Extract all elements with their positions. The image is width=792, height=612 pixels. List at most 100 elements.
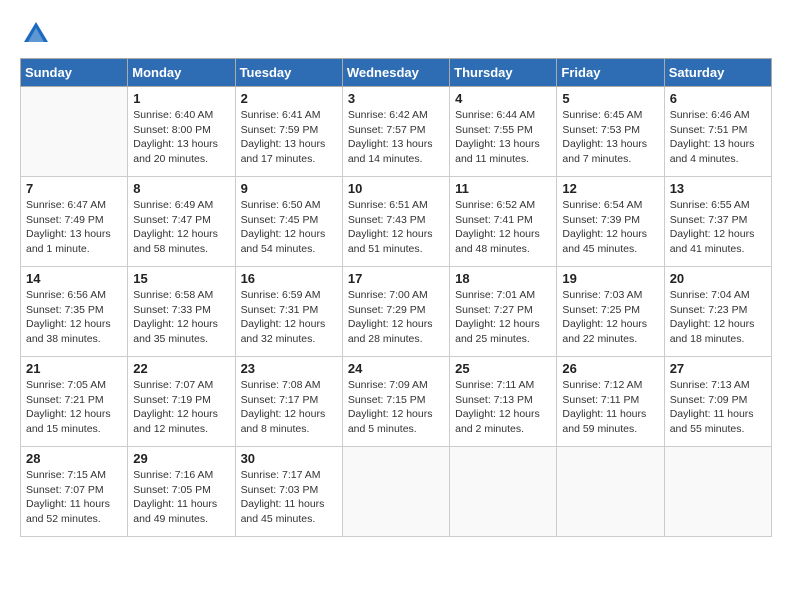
day-number: 9 bbox=[241, 181, 337, 196]
week-row-3: 14 Sunrise: 6:56 AMSunset: 7:35 PMDayligh… bbox=[21, 267, 772, 357]
calendar-cell bbox=[21, 87, 128, 177]
logo-icon bbox=[22, 20, 50, 48]
calendar-cell: 2 Sunrise: 6:41 AMSunset: 7:59 PMDaylight… bbox=[235, 87, 342, 177]
page-header bbox=[20, 20, 772, 48]
day-info: Sunrise: 7:05 AMSunset: 7:21 PMDaylight:… bbox=[26, 378, 122, 437]
calendar-cell: 20Sunrise: 7:04 AMSunset: 7:23 PMDayligh… bbox=[664, 267, 771, 357]
day-info: Sunrise: 6:41 AMSunset: 7:59 PMDaylight:… bbox=[241, 108, 337, 167]
day-number: 18 bbox=[455, 271, 551, 286]
day-number: 27 bbox=[670, 361, 766, 376]
day-info: Sunrise: 7:16 AMSunset: 7:05 PMDaylight:… bbox=[133, 468, 229, 527]
day-number: 10 bbox=[348, 181, 444, 196]
day-info: Sunrise: 7:11 AMSunset: 7:13 PMDaylight:… bbox=[455, 378, 551, 437]
calendar-table: SundayMondayTuesdayWednesdayThursdayFrid… bbox=[20, 58, 772, 537]
day-info: Sunrise: 6:51 AMSunset: 7:43 PMDaylight:… bbox=[348, 198, 444, 257]
day-info: Sunrise: 7:07 AMSunset: 7:19 PMDaylight:… bbox=[133, 378, 229, 437]
calendar-header-saturday: Saturday bbox=[664, 59, 771, 87]
day-number: 22 bbox=[133, 361, 229, 376]
day-info: Sunrise: 7:03 AMSunset: 7:25 PMDaylight:… bbox=[562, 288, 658, 347]
calendar-cell: 30 Sunrise: 7:17 AMSunset: 7:03 PMDayligh… bbox=[235, 447, 342, 537]
calendar-cell: 4 Sunrise: 6:44 AMSunset: 7:55 PMDaylight… bbox=[450, 87, 557, 177]
day-number: 30 bbox=[241, 451, 337, 466]
calendar-cell: 25 Sunrise: 7:11 AMSunset: 7:13 PMDayligh… bbox=[450, 357, 557, 447]
week-row-5: 28 Sunrise: 7:15 AMSunset: 7:07 PMDayligh… bbox=[21, 447, 772, 537]
day-number: 12 bbox=[562, 181, 658, 196]
day-info: Sunrise: 7:12 AMSunset: 7:11 PMDaylight:… bbox=[562, 378, 658, 437]
day-number: 15 bbox=[133, 271, 229, 286]
day-number: 29 bbox=[133, 451, 229, 466]
day-info: Sunrise: 7:15 AMSunset: 7:07 PMDaylight:… bbox=[26, 468, 122, 527]
day-info: Sunrise: 7:13 AMSunset: 7:09 PMDaylight:… bbox=[670, 378, 766, 437]
calendar-header-monday: Monday bbox=[128, 59, 235, 87]
logo bbox=[20, 20, 50, 48]
calendar-cell: 19 Sunrise: 7:03 AMSunset: 7:25 PMDayligh… bbox=[557, 267, 664, 357]
calendar-cell: 13 Sunrise: 6:55 AMSunset: 7:37 PMDayligh… bbox=[664, 177, 771, 267]
day-number: 1 bbox=[133, 91, 229, 106]
day-info: Sunrise: 6:52 AMSunset: 7:41 PMDaylight:… bbox=[455, 198, 551, 257]
day-number: 25 bbox=[455, 361, 551, 376]
calendar-header-row: SundayMondayTuesdayWednesdayThursdayFrid… bbox=[21, 59, 772, 87]
calendar-cell: 16 Sunrise: 6:59 AMSunset: 7:31 PMDayligh… bbox=[235, 267, 342, 357]
day-info: Sunrise: 6:40 AMSunset: 8:00 PMDaylight:… bbox=[133, 108, 229, 167]
day-info: Sunrise: 6:54 AMSunset: 7:39 PMDaylight:… bbox=[562, 198, 658, 257]
calendar-header-friday: Friday bbox=[557, 59, 664, 87]
calendar-header-wednesday: Wednesday bbox=[342, 59, 449, 87]
calendar-cell: 28 Sunrise: 7:15 AMSunset: 7:07 PMDayligh… bbox=[21, 447, 128, 537]
calendar-header-tuesday: Tuesday bbox=[235, 59, 342, 87]
calendar-cell: 10 Sunrise: 6:51 AMSunset: 7:43 PMDayligh… bbox=[342, 177, 449, 267]
day-number: 14 bbox=[26, 271, 122, 286]
day-number: 26 bbox=[562, 361, 658, 376]
day-info: Sunrise: 6:42 AMSunset: 7:57 PMDaylight:… bbox=[348, 108, 444, 167]
day-info: Sunrise: 7:08 AMSunset: 7:17 PMDaylight:… bbox=[241, 378, 337, 437]
day-number: 28 bbox=[26, 451, 122, 466]
week-row-1: 1 Sunrise: 6:40 AMSunset: 8:00 PMDaylight… bbox=[21, 87, 772, 177]
calendar-cell: 12 Sunrise: 6:54 AMSunset: 7:39 PMDayligh… bbox=[557, 177, 664, 267]
calendar-cell: 11Sunrise: 6:52 AMSunset: 7:41 PMDayligh… bbox=[450, 177, 557, 267]
calendar-cell: 17Sunrise: 7:00 AMSunset: 7:29 PMDayligh… bbox=[342, 267, 449, 357]
day-info: Sunrise: 7:09 AMSunset: 7:15 PMDaylight:… bbox=[348, 378, 444, 437]
calendar-cell: 29 Sunrise: 7:16 AMSunset: 7:05 PMDayligh… bbox=[128, 447, 235, 537]
day-info: Sunrise: 6:55 AMSunset: 7:37 PMDaylight:… bbox=[670, 198, 766, 257]
calendar-cell: 18 Sunrise: 7:01 AMSunset: 7:27 PMDayligh… bbox=[450, 267, 557, 357]
day-number: 7 bbox=[26, 181, 122, 196]
day-info: Sunrise: 6:44 AMSunset: 7:55 PMDaylight:… bbox=[455, 108, 551, 167]
calendar-cell: 9Sunrise: 6:50 AMSunset: 7:45 PMDaylight… bbox=[235, 177, 342, 267]
day-number: 8 bbox=[133, 181, 229, 196]
calendar-cell bbox=[557, 447, 664, 537]
calendar-cell: 3 Sunrise: 6:42 AMSunset: 7:57 PMDaylight… bbox=[342, 87, 449, 177]
day-info: Sunrise: 6:59 AMSunset: 7:31 PMDaylight:… bbox=[241, 288, 337, 347]
day-number: 4 bbox=[455, 91, 551, 106]
day-number: 3 bbox=[348, 91, 444, 106]
day-info: Sunrise: 7:01 AMSunset: 7:27 PMDaylight:… bbox=[455, 288, 551, 347]
day-info: Sunrise: 6:56 AMSunset: 7:35 PMDaylight:… bbox=[26, 288, 122, 347]
week-row-2: 7Sunrise: 6:47 AMSunset: 7:49 PMDaylight… bbox=[21, 177, 772, 267]
calendar-cell: 5 Sunrise: 6:45 AMSunset: 7:53 PMDaylight… bbox=[557, 87, 664, 177]
day-info: Sunrise: 7:17 AMSunset: 7:03 PMDaylight:… bbox=[241, 468, 337, 527]
day-number: 23 bbox=[241, 361, 337, 376]
calendar-cell: 6 Sunrise: 6:46 AMSunset: 7:51 PMDaylight… bbox=[664, 87, 771, 177]
day-number: 19 bbox=[562, 271, 658, 286]
day-number: 13 bbox=[670, 181, 766, 196]
calendar-cell: 15 Sunrise: 6:58 AMSunset: 7:33 PMDayligh… bbox=[128, 267, 235, 357]
week-row-4: 21 Sunrise: 7:05 AMSunset: 7:21 PMDayligh… bbox=[21, 357, 772, 447]
calendar-cell: 21 Sunrise: 7:05 AMSunset: 7:21 PMDayligh… bbox=[21, 357, 128, 447]
day-number: 16 bbox=[241, 271, 337, 286]
calendar-cell: 26 Sunrise: 7:12 AMSunset: 7:11 PMDayligh… bbox=[557, 357, 664, 447]
calendar-cell: 1 Sunrise: 6:40 AMSunset: 8:00 PMDaylight… bbox=[128, 87, 235, 177]
day-info: Sunrise: 6:46 AMSunset: 7:51 PMDaylight:… bbox=[670, 108, 766, 167]
calendar-cell: 22 Sunrise: 7:07 AMSunset: 7:19 PMDayligh… bbox=[128, 357, 235, 447]
calendar-cell: 14 Sunrise: 6:56 AMSunset: 7:35 PMDayligh… bbox=[21, 267, 128, 357]
calendar-header-sunday: Sunday bbox=[21, 59, 128, 87]
day-info: Sunrise: 7:00 AMSunset: 7:29 PMDaylight:… bbox=[348, 288, 444, 347]
day-number: 20 bbox=[670, 271, 766, 286]
day-info: Sunrise: 6:58 AMSunset: 7:33 PMDaylight:… bbox=[133, 288, 229, 347]
day-info: Sunrise: 6:45 AMSunset: 7:53 PMDaylight:… bbox=[562, 108, 658, 167]
calendar-cell: 7Sunrise: 6:47 AMSunset: 7:49 PMDaylight… bbox=[21, 177, 128, 267]
day-number: 24 bbox=[348, 361, 444, 376]
day-number: 5 bbox=[562, 91, 658, 106]
calendar-cell: 24 Sunrise: 7:09 AMSunset: 7:15 PMDayligh… bbox=[342, 357, 449, 447]
day-number: 2 bbox=[241, 91, 337, 106]
day-number: 6 bbox=[670, 91, 766, 106]
calendar-cell: 8Sunrise: 6:49 AMSunset: 7:47 PMDaylight… bbox=[128, 177, 235, 267]
day-number: 21 bbox=[26, 361, 122, 376]
